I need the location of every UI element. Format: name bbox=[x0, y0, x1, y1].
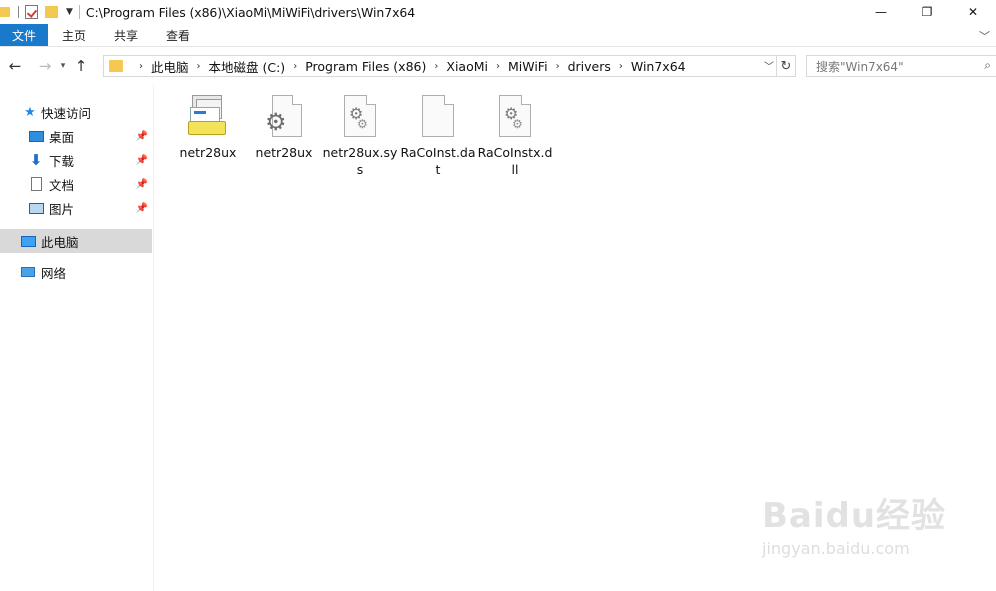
file-name: netr28ux.sys bbox=[322, 145, 398, 177]
file-item[interactable]: ⚙ ⚙ RaCoInstx.dll bbox=[477, 93, 553, 178]
chevron-right-icon[interactable]: › bbox=[139, 61, 143, 72]
file-item[interactable]: ⚙ netr28ux bbox=[246, 93, 322, 161]
navigation-bar: ← → ▾ ↑ › 此电脑 › 本地磁盘 (C:) › Program Files (x8… bbox=[0, 47, 996, 85]
picture-icon bbox=[28, 200, 44, 216]
file-list: netr28ux ⚙ netr28ux ⚙ ⚙ netr28ux.sys RaC… bbox=[155, 85, 996, 591]
system-file-icon: ⚙ ⚙ bbox=[336, 93, 384, 141]
address-dropdown-icon[interactable]: ﹀ bbox=[764, 58, 774, 73]
chevron-right-icon[interactable]: › bbox=[496, 61, 500, 72]
sidebar-item-label: 桌面 bbox=[49, 129, 75, 145]
recent-locations-icon[interactable]: ▾ bbox=[56, 55, 70, 77]
search-icon[interactable]: ⌕ bbox=[984, 58, 991, 73]
tab-share[interactable]: 共享 bbox=[100, 24, 152, 46]
sidebar-item-label: 文档 bbox=[49, 177, 75, 193]
ribbon-tabs: 文件 主页 共享 查看 ﹀ bbox=[0, 24, 996, 47]
sidebar-item-label: 快速访问 bbox=[41, 105, 92, 121]
up-button[interactable]: ↑ bbox=[70, 55, 92, 77]
back-button[interactable]: ← bbox=[4, 55, 26, 77]
chevron-right-icon[interactable]: › bbox=[619, 61, 623, 72]
sidebar-item-label: 此电脑 bbox=[41, 234, 79, 250]
chevron-right-icon[interactable]: › bbox=[556, 61, 560, 72]
restore-button[interactable]: ❐ bbox=[904, 0, 950, 24]
new-folder-icon[interactable] bbox=[45, 6, 58, 18]
folder-icon bbox=[0, 7, 10, 17]
properties-icon[interactable] bbox=[25, 5, 38, 19]
breadcrumb-item[interactable]: 本地磁盘 (C:) bbox=[209, 57, 286, 76]
sidebar-item-this-pc[interactable]: 此电脑 bbox=[0, 229, 152, 253]
window-controls: — ❐ ✕ bbox=[858, 0, 996, 24]
network-icon bbox=[20, 264, 36, 280]
desktop-icon bbox=[28, 128, 44, 144]
title-bar: ▼ C:\Program Files (x86)\XiaoMi\MiWiFi\d… bbox=[0, 0, 996, 24]
file-name: RaCoInst.dat bbox=[400, 145, 476, 177]
pin-icon[interactable]: 📌 bbox=[136, 155, 148, 166]
setup-installer-icon bbox=[184, 93, 232, 141]
quick-access-toolbar: ▼ bbox=[0, 0, 86, 24]
separator bbox=[78, 5, 80, 19]
pin-icon[interactable]: 📌 bbox=[136, 131, 148, 142]
dll-file-icon: ⚙ ⚙ bbox=[491, 93, 539, 141]
file-name: RaCoInstx.dll bbox=[477, 145, 553, 177]
customize-toolbar-icon[interactable]: ▼ bbox=[66, 7, 73, 17]
sidebar-item-desktop[interactable]: 桌面 📌 bbox=[0, 124, 152, 148]
search-placeholder: 搜索"Win7x64" bbox=[816, 59, 904, 74]
sidebar-item-downloads[interactable]: ⬇ 下载 📌 bbox=[0, 148, 152, 172]
expand-ribbon-icon[interactable]: ﹀ bbox=[979, 28, 990, 44]
file-name: netr28ux bbox=[179, 145, 237, 160]
window-title: C:\Program Files (x86)\XiaoMi\MiWiFi\dri… bbox=[85, 4, 416, 20]
computer-icon bbox=[20, 233, 36, 249]
minimize-button[interactable]: — bbox=[858, 0, 904, 24]
star-icon: ★ bbox=[24, 104, 36, 120]
separator bbox=[18, 6, 19, 18]
sidebar-item-label: 下载 bbox=[49, 153, 75, 169]
breadcrumb: › 此电脑 › 本地磁盘 (C:) › Program Files (x86) › XiaoM… bbox=[131, 57, 686, 76]
sidebar-item-network[interactable]: 网络 bbox=[0, 260, 152, 284]
sidebar-item-label: 网络 bbox=[41, 265, 67, 281]
tab-file[interactable]: 文件 bbox=[0, 24, 48, 46]
sidebar-item-quick-access[interactable]: ★ 快速访问 bbox=[0, 100, 152, 124]
blank-file-icon bbox=[414, 93, 462, 141]
sidebar-item-documents[interactable]: 文档 📌 bbox=[0, 172, 152, 196]
forward-button[interactable]: → bbox=[34, 55, 56, 77]
folder-icon bbox=[109, 60, 123, 72]
tab-home[interactable]: 主页 bbox=[48, 24, 100, 46]
tab-view[interactable]: 查看 bbox=[152, 24, 204, 46]
refresh-button[interactable]: ↻ bbox=[777, 55, 796, 77]
file-item[interactable]: ⚙ ⚙ netr28ux.sys bbox=[322, 93, 398, 178]
document-icon bbox=[28, 176, 44, 192]
chevron-right-icon[interactable]: › bbox=[293, 61, 297, 72]
pin-icon[interactable]: 📌 bbox=[136, 203, 148, 214]
navigation-pane: ★ 快速访问 桌面 📌 ⬇ 下载 📌 文档 📌 图片 📌 此电脑 网络 bbox=[0, 85, 154, 591]
gear-file-icon: ⚙ bbox=[260, 93, 308, 141]
address-bar[interactable]: › 此电脑 › 本地磁盘 (C:) › Program Files (x86) › XiaoM… bbox=[103, 55, 777, 77]
chevron-right-icon[interactable]: › bbox=[197, 61, 201, 72]
breadcrumb-item[interactable]: Program Files (x86) bbox=[305, 59, 426, 74]
sidebar-item-label: 图片 bbox=[49, 201, 75, 217]
breadcrumb-item[interactable]: 此电脑 bbox=[151, 57, 189, 76]
pin-icon[interactable]: 📌 bbox=[136, 179, 148, 190]
close-button[interactable]: ✕ bbox=[950, 0, 996, 24]
breadcrumb-item[interactable]: drivers bbox=[568, 59, 611, 74]
download-arrow-icon: ⬇ bbox=[29, 151, 43, 169]
chevron-right-icon[interactable]: › bbox=[434, 61, 438, 72]
file-name: netr28ux bbox=[255, 145, 313, 160]
breadcrumb-item[interactable]: MiWiFi bbox=[508, 59, 548, 74]
search-input[interactable]: 搜索"Win7x64" ⌕ bbox=[806, 55, 996, 77]
breadcrumb-item[interactable]: Win7x64 bbox=[631, 59, 686, 74]
file-item[interactable]: netr28ux bbox=[170, 93, 246, 161]
file-item[interactable]: RaCoInst.dat bbox=[400, 93, 476, 178]
sidebar-item-pictures[interactable]: 图片 📌 bbox=[0, 196, 152, 220]
breadcrumb-item[interactable]: XiaoMi bbox=[446, 59, 488, 74]
